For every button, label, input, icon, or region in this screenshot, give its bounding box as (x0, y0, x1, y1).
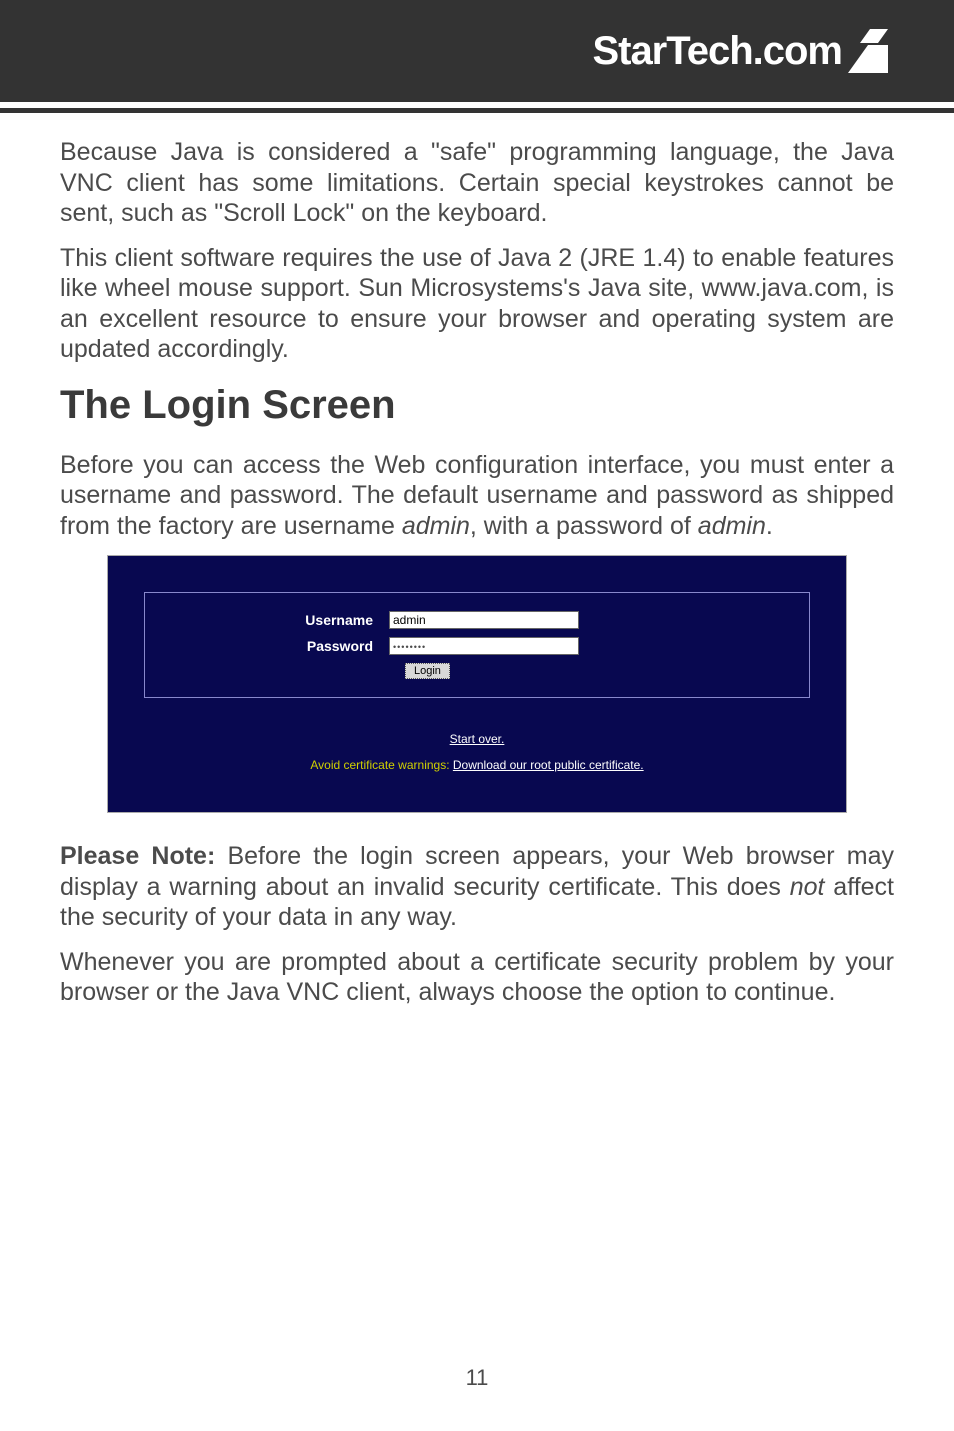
start-over-link[interactable]: Start over. (450, 732, 505, 746)
password-row: Password •••••••• (169, 637, 785, 655)
password-label: Password (169, 638, 389, 654)
brand-logo: StarTech.com (592, 29, 894, 74)
login-button[interactable]: Login (405, 663, 450, 679)
login-screenshot: Username Password •••••••• Login Start o… (107, 555, 847, 813)
text-admin-pass: admin (698, 512, 766, 540)
text-admin-user: admin (402, 512, 470, 540)
paragraph-login-intro: Before you can access the Web configurat… (60, 450, 894, 542)
paragraph-whenever: Whenever you are prompted about a certif… (60, 947, 894, 1008)
username-row: Username (169, 611, 785, 629)
cert-warning-text: Avoid certificate warnings: (310, 758, 453, 772)
cert-download-link[interactable]: Download our root public certificate. (453, 758, 644, 772)
username-input[interactable] (389, 611, 579, 629)
page-number: 11 (0, 1365, 954, 1391)
header-bar: StarTech.com (0, 0, 954, 102)
text-span: , with a password of (470, 512, 698, 540)
page-content: Because Java is considered a "safe" prog… (0, 113, 954, 1008)
heading-login-screen: The Login Screen (60, 383, 894, 428)
paragraph-java-safe: Because Java is considered a "safe" prog… (60, 137, 894, 229)
please-note-lead: Please Note: (60, 842, 215, 870)
login-form-box: Username Password •••••••• Login (144, 592, 810, 698)
brand-mark-icon (848, 29, 894, 73)
paragraph-java-req: This client software requires the use of… (60, 243, 894, 365)
paragraph-please-note: Please Note: Before the login screen app… (60, 841, 894, 933)
below-login-box: Start over. Avoid certificate warnings: … (144, 730, 810, 772)
login-button-row: Login (169, 663, 785, 679)
text-span: . (766, 512, 773, 540)
username-label: Username (169, 612, 389, 628)
text-not: not (790, 873, 825, 901)
password-input[interactable]: •••••••• (389, 637, 579, 655)
certificate-row: Avoid certificate warnings: Download our… (144, 758, 810, 772)
brand-text: StarTech.com (592, 29, 842, 74)
